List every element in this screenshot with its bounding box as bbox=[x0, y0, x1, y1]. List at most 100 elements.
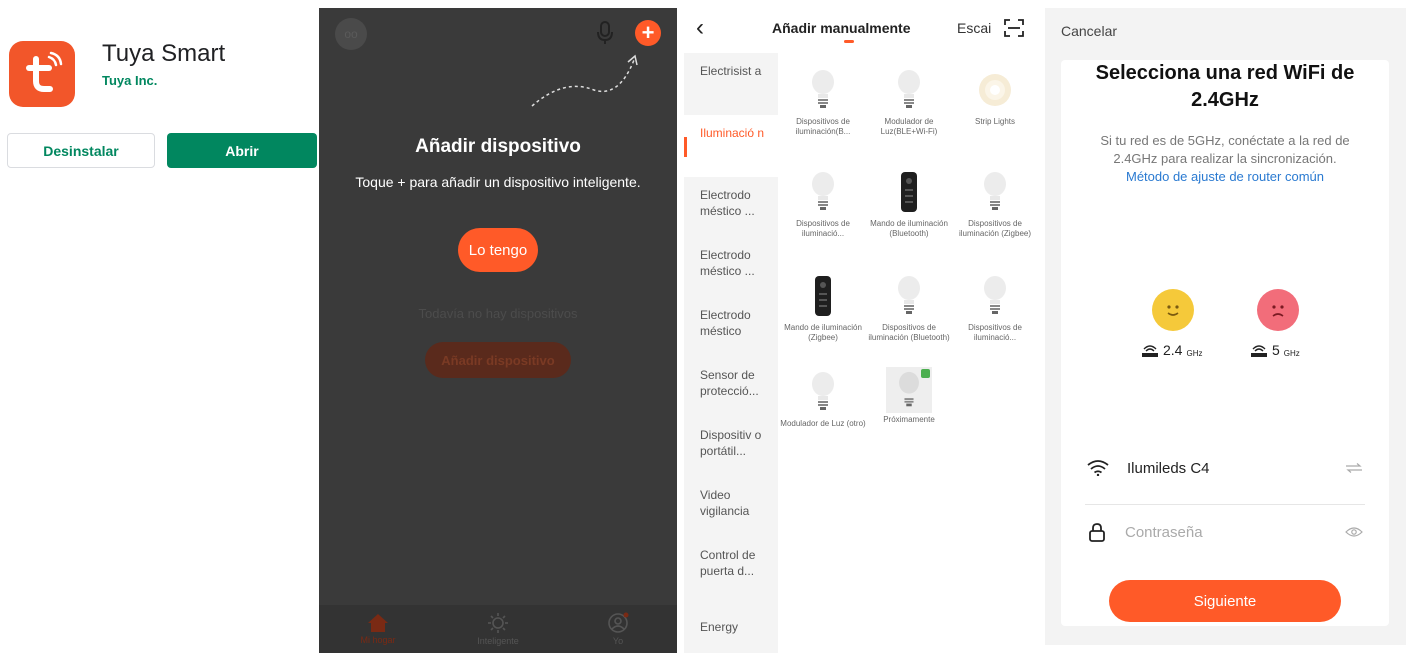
got-it-button[interactable]: Lo tengo bbox=[458, 228, 538, 272]
category-item[interactable]: Sensor de protecció... bbox=[684, 357, 778, 419]
device-name: Dispositivos de iluminació... bbox=[796, 219, 850, 238]
bulb-icon bbox=[812, 172, 834, 210]
tab-me[interactable]: Yo bbox=[568, 605, 668, 653]
category-item[interactable]: Energy bbox=[684, 609, 778, 653]
category-item[interactable]: Electrisist a bbox=[684, 53, 778, 115]
next-button[interactable]: Siguiente bbox=[1109, 580, 1341, 622]
category-item[interactable]: Electrodo méstico bbox=[684, 297, 778, 359]
add-device-button[interactable]: Añadir dispositivo bbox=[425, 342, 571, 378]
sad-face-icon bbox=[1257, 289, 1299, 331]
device-tile[interactable]: Dispositivos de iluminación (Zigbee) bbox=[952, 167, 1038, 239]
device-name: Mando de iluminación (Zigbee) bbox=[784, 323, 862, 342]
category-sidebar: Electrisist a Iluminació n Electrodo més… bbox=[684, 53, 778, 653]
switch-network-icon[interactable] bbox=[1345, 463, 1363, 473]
password-row[interactable]: Contraseña bbox=[1087, 512, 1363, 552]
band-5-value: 5 bbox=[1272, 342, 1280, 358]
device-name: Modulador de Luz(BLE+Wi-Fi) bbox=[880, 117, 938, 136]
profile-icon bbox=[608, 612, 629, 633]
bulb-icon bbox=[899, 371, 919, 407]
wifi-card: Selecciona una red WiFi de 2.4GHz Si tu … bbox=[1061, 60, 1389, 626]
remote-icon bbox=[815, 276, 831, 316]
device-tile[interactable]: Modulador de Luz (otro) bbox=[780, 367, 866, 429]
device-grid: Dispositivos de iluminación(B... Modulad… bbox=[780, 53, 1039, 653]
band-5-unit: GHz bbox=[1283, 349, 1300, 358]
device-tile[interactable]: Dispositivos de iluminación(B... bbox=[780, 65, 866, 137]
new-badge-icon bbox=[921, 369, 930, 378]
band-24-value: 2.4 bbox=[1163, 342, 1183, 358]
device-name: Strip Lights bbox=[974, 117, 1016, 126]
add-plus-icon[interactable]: + bbox=[635, 20, 661, 46]
bulb-icon bbox=[812, 70, 834, 108]
router-guide-link[interactable]: Método de ajuste de router común bbox=[1126, 169, 1324, 184]
router-icon bbox=[1251, 345, 1267, 357]
band-24-unit: GHz bbox=[1186, 349, 1203, 358]
password-field[interactable]: Contraseña bbox=[1125, 524, 1345, 541]
tab-home[interactable]: Mi hogar bbox=[328, 605, 428, 653]
device-tile[interactable]: Modulador de Luz(BLE+Wi-Fi) bbox=[866, 65, 952, 137]
active-indicator bbox=[684, 137, 687, 157]
wifi-network-row[interactable]: Ilumileds C4 bbox=[1087, 448, 1363, 488]
field-divider bbox=[1085, 504, 1365, 505]
play-store-panel: Tuya Smart Tuya Inc. Desinstalar Abrir bbox=[0, 0, 318, 653]
device-name: Dispositivos de iluminació... bbox=[968, 323, 1022, 342]
tuya-logo-icon bbox=[26, 51, 63, 92]
tuya-app-icon bbox=[9, 41, 75, 107]
router-icon bbox=[1142, 345, 1158, 357]
wifi-setup-panel: Cancelar Selecciona una red WiFi de 2.4G… bbox=[1045, 8, 1406, 645]
tab-me-label: Yo bbox=[612, 636, 624, 646]
bulb-icon bbox=[984, 276, 1006, 314]
wifi-title: Selecciona una red WiFi de 2.4GHz bbox=[1095, 62, 1355, 111]
device-tile[interactable]: Dispositivos de iluminació... bbox=[780, 167, 866, 239]
app-name: Tuya Smart bbox=[102, 40, 226, 67]
device-name: Dispositivos de iluminación(B... bbox=[795, 117, 851, 136]
tab-home-label: Mi hogar bbox=[360, 635, 396, 645]
scan-icon[interactable] bbox=[1004, 19, 1024, 37]
title-underline bbox=[844, 40, 854, 43]
tab-smart-label: Inteligente bbox=[477, 636, 519, 646]
uninstall-button[interactable]: Desinstalar bbox=[7, 133, 155, 168]
overlay-title: Añadir dispositivo bbox=[415, 136, 581, 157]
eye-icon[interactable] bbox=[1345, 526, 1363, 538]
scan-label[interactable]: Escai bbox=[957, 20, 991, 36]
category-item[interactable]: Dispositiv o portátil... bbox=[684, 417, 778, 479]
device-tile[interactable]: Mando de iluminación (Zigbee) bbox=[780, 271, 866, 343]
composite-screenshot: Tuya Smart Tuya Inc. Desinstalar Abrir o… bbox=[0, 0, 1411, 653]
device-tile[interactable]: Dispositivos de iluminació... bbox=[952, 271, 1038, 343]
remote-icon bbox=[901, 172, 917, 212]
category-item[interactable]: Electrodo méstico ... bbox=[684, 177, 778, 239]
tab-smart[interactable]: Inteligente bbox=[448, 605, 548, 653]
microphone-icon[interactable] bbox=[595, 20, 615, 46]
band-24ghz: 2.4 GHz bbox=[1141, 342, 1202, 358]
open-button[interactable]: Abrir bbox=[167, 133, 317, 168]
back-arrow-icon[interactable]: ‹ bbox=[696, 14, 704, 42]
hint-arrow-icon bbox=[531, 54, 638, 107]
category-item-active[interactable]: Iluminació n bbox=[684, 115, 778, 177]
overlay-hint: Toque + para añadir un dispositivo intel… bbox=[355, 174, 641, 190]
wifi-description: Si tu red es de 5GHz, conéctate a la red… bbox=[1091, 132, 1359, 186]
cancel-link[interactable]: Cancelar bbox=[1061, 23, 1117, 39]
wifi-desc-text: Si tu red es de 5GHz, conéctate a la red… bbox=[1100, 133, 1350, 166]
wifi-icon bbox=[1087, 460, 1109, 476]
happy-face-icon bbox=[1152, 289, 1194, 331]
bottom-tab-bar: Mi hogar Inteligente Yo bbox=[319, 605, 677, 653]
category-item[interactable]: Electrodo méstico ... bbox=[684, 237, 778, 299]
device-tile[interactable]: Mando de iluminación (Bluetooth) bbox=[866, 167, 952, 239]
device-name: Mando de iluminación (Bluetooth) bbox=[870, 219, 948, 238]
home-overlay-panel: oo + Añadir dispositivo Toque + para aña… bbox=[319, 8, 677, 653]
home-icon bbox=[368, 614, 388, 632]
device-tile[interactable]: Dispositivos de iluminación (Bluetooth) bbox=[866, 271, 952, 343]
developer-name[interactable]: Tuya Inc. bbox=[102, 73, 157, 88]
category-item[interactable]: Control de puerta d... bbox=[684, 537, 778, 599]
band-5ghz: 5 GHz bbox=[1250, 342, 1300, 358]
bulb-icon bbox=[984, 172, 1006, 210]
device-name: Dispositivos de iluminación (Bluetooth) bbox=[868, 323, 950, 342]
device-tile[interactable]: Strip Lights bbox=[952, 65, 1038, 127]
category-item[interactable]: Video vigilancia bbox=[684, 477, 778, 539]
bulb-icon bbox=[898, 276, 920, 314]
device-tile[interactable]: Próximamente bbox=[866, 367, 952, 425]
category-item-label: Iluminació n bbox=[700, 126, 765, 140]
bulb-icon bbox=[812, 372, 834, 410]
bulb-icon bbox=[898, 70, 920, 108]
empty-state-text: Todavía no hay dispositivos bbox=[418, 306, 578, 321]
home-selector-icon[interactable]: oo bbox=[335, 18, 367, 50]
